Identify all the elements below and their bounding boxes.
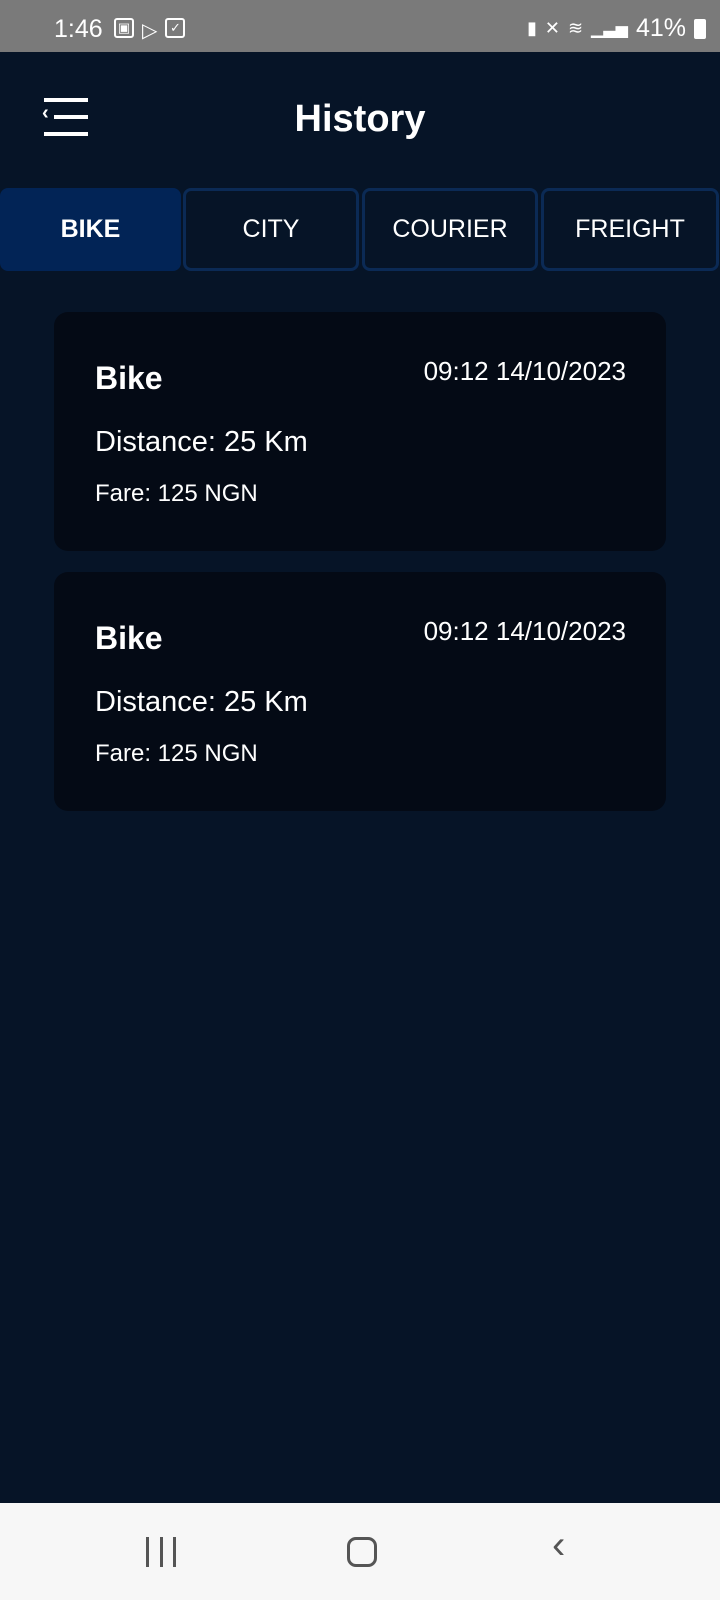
- trip-fare: Fare: 125 NGN: [95, 740, 258, 767]
- trip-type: Bike: [95, 360, 163, 396]
- battery-icon: [694, 18, 706, 39]
- recent-apps-button[interactable]: [146, 1537, 176, 1567]
- tab-courier[interactable]: COURIER: [362, 188, 538, 271]
- category-tabs: BIKE CITY COURIER FREIGHT: [0, 188, 720, 271]
- system-nav-bar: ‹: [0, 1503, 720, 1600]
- gallery-icon: ▣: [114, 18, 134, 38]
- home-button[interactable]: [347, 1537, 377, 1567]
- trip-distance: Distance: 25 Km: [95, 426, 308, 458]
- mute-icon: ✕: [544, 18, 560, 38]
- signal-icon: ▁▃▅: [591, 20, 628, 38]
- tab-freight[interactable]: FREIGHT: [541, 188, 719, 271]
- battery-saver-icon: ▮: [526, 18, 537, 38]
- wifi-icon: ≋: [567, 18, 584, 38]
- trip-datetime: 09:12 14/10/2023: [423, 616, 626, 646]
- play-store-icon: ▷: [142, 20, 158, 42]
- trip-fare: Fare: 125 NGN: [95, 480, 258, 507]
- trip-type: Bike: [95, 620, 163, 656]
- status-bar: 1:46 ▣ ▷ ✓ ▮ ✕ ≋ ▁▃▅ 41%: [0, 0, 720, 52]
- trip-card[interactable]: Bike 09:12 14/10/2023 Distance: 25 Km Fa…: [54, 572, 666, 811]
- tab-city[interactable]: CITY: [183, 188, 359, 271]
- checkbox-notification-icon: ✓: [165, 18, 186, 38]
- status-time: 1:46: [54, 15, 103, 43]
- trip-distance: Distance: 25 Km: [95, 686, 308, 718]
- page-title: History: [294, 98, 426, 140]
- tab-bike[interactable]: BIKE: [0, 188, 181, 271]
- trip-datetime: 09:12 14/10/2023: [423, 356, 626, 386]
- back-button[interactable]: ‹: [552, 1523, 565, 1568]
- battery-percent: 41%: [635, 14, 686, 42]
- trip-card[interactable]: Bike 09:12 14/10/2023 Distance: 25 Km Fa…: [54, 312, 666, 551]
